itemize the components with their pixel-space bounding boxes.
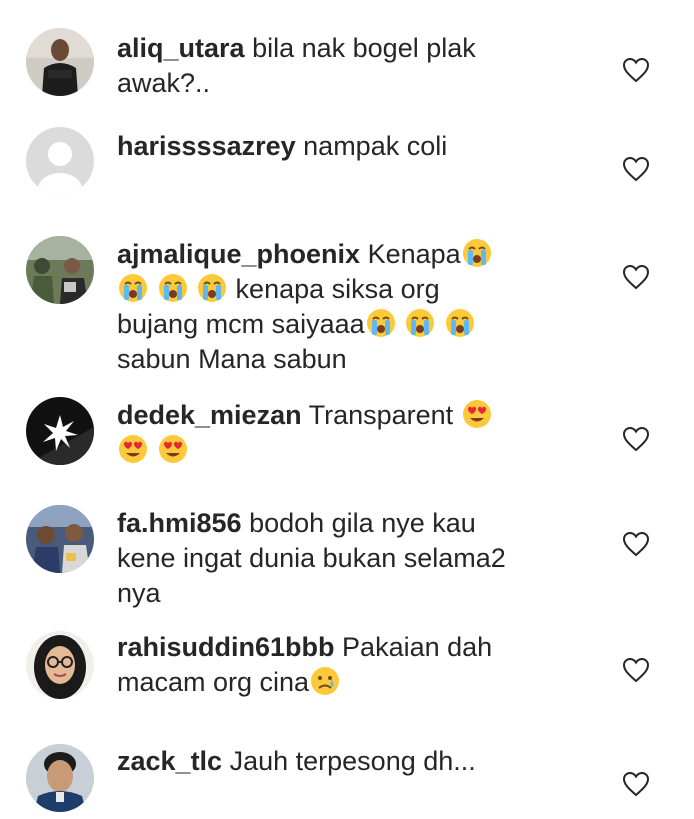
comment-username[interactable]: zack_tlc — [117, 746, 222, 776]
comment-text: ajmalique_phoenix Kenapa kenapa siksa or… — [117, 237, 587, 377]
comment-body: kene ingat dunia bukan selama2 — [117, 543, 506, 573]
comment-username[interactable]: aliq_utara — [117, 33, 245, 63]
comment-body: macam org cina — [117, 667, 310, 697]
comment-username[interactable]: dedek_miezan — [117, 400, 302, 430]
user-avatar[interactable] — [26, 28, 94, 96]
sad-tear-face-emoji — [310, 666, 340, 696]
comment-body: Transparent — [308, 400, 454, 430]
comment-username[interactable]: rahisuddin61bbb — [117, 632, 335, 662]
crying-face-emoji — [118, 273, 148, 303]
comment-body: Pakaian dah — [342, 632, 493, 662]
heart-outline-icon[interactable] — [622, 156, 650, 182]
user-avatar[interactable] — [26, 744, 94, 812]
heart-outline-icon[interactable] — [622, 426, 650, 452]
comment-body: bujang mcm saiyaaa — [117, 309, 365, 339]
crying-face-emoji — [197, 273, 227, 303]
user-avatar[interactable] — [26, 236, 94, 304]
crying-face-emoji — [158, 273, 188, 303]
comment-text: rahisuddin61bbb Pakaian dah macam org ci… — [117, 630, 587, 700]
comment-body: bila nak bogel plak — [252, 33, 476, 63]
comment-body: kenapa siksa org — [235, 274, 440, 304]
comment-text: zack_tlc Jauh terpesong dh... — [117, 744, 587, 779]
comment-body: bodoh gila nye kau — [249, 508, 476, 538]
crying-face-emoji — [405, 308, 435, 338]
comment-username[interactable]: ajmalique_phoenix — [117, 239, 360, 269]
heart-eyes-emoji — [118, 434, 148, 464]
comment-username[interactable]: harissssazrey — [117, 131, 296, 161]
user-avatar[interactable] — [26, 397, 94, 465]
comment-text: aliq_utara bila nak bogel plak awak?.. — [117, 31, 587, 101]
user-avatar[interactable] — [26, 631, 94, 699]
heart-outline-icon[interactable] — [622, 657, 650, 683]
comment-body: sabun Mana sabun — [117, 344, 347, 374]
heart-outline-icon[interactable] — [622, 57, 650, 83]
heart-outline-icon[interactable] — [622, 264, 650, 290]
heart-outline-icon[interactable] — [622, 531, 650, 557]
comment-text: dedek_miezan Transparent — [117, 398, 587, 468]
user-avatar[interactable] — [26, 505, 94, 573]
heart-eyes-emoji — [462, 399, 492, 429]
crying-face-emoji — [366, 308, 396, 338]
heart-outline-icon[interactable] — [622, 771, 650, 797]
comment-username[interactable]: fa.hmi856 — [117, 508, 242, 538]
crying-face-emoji — [445, 308, 475, 338]
comment-body: Jauh terpesong dh... — [229, 746, 476, 776]
comment-text: fa.hmi856 bodoh gila nye kau kene ingat … — [117, 506, 587, 611]
comment-text: harissssazrey nampak coli — [117, 129, 587, 164]
heart-eyes-emoji — [158, 434, 188, 464]
comment-body: Kenapa — [367, 239, 461, 269]
crying-face-emoji — [462, 238, 492, 268]
comment-body: nampak coli — [303, 131, 448, 161]
comment-body: nya — [117, 578, 161, 608]
comment-body: awak?.. — [117, 68, 211, 98]
user-avatar[interactable] — [26, 127, 94, 195]
